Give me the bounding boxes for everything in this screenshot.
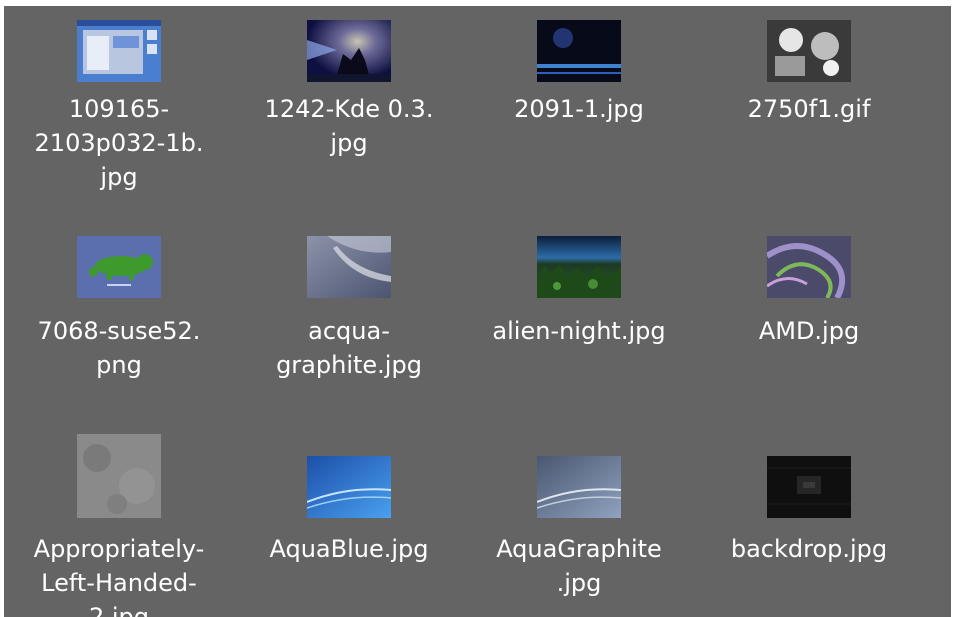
file-item[interactable]: Appropriately- Left-Handed- 2.jpg: [4, 426, 234, 617]
file-item[interactable]: AquaGraphite .jpg: [464, 426, 694, 617]
file-name: 2091-1.jpg: [514, 95, 644, 123]
image-thumbnail[interactable]: [537, 20, 621, 82]
file-name: AMD.jpg: [758, 317, 860, 345]
file-name: Appropriately- Left-Handed- 2.jpg: [33, 535, 205, 617]
file-item[interactable]: 109165- 2103p032-1b. jpg: [4, 6, 234, 216]
file-name: 7068-suse52. png: [37, 317, 201, 379]
image-thumbnail[interactable]: [77, 434, 161, 518]
image-thumbnail[interactable]: [767, 236, 851, 298]
file-item[interactable]: AquaBlue.jpg: [234, 426, 464, 617]
file-item[interactable]: backdrop.jpg: [694, 426, 924, 617]
file-item[interactable]: 1242-Kde 0.3. jpg: [234, 6, 464, 216]
file-name: 1242-Kde 0.3. jpg: [264, 95, 434, 157]
image-thumbnail[interactable]: [307, 20, 391, 82]
file-name: AquaBlue.jpg: [269, 535, 429, 563]
window-edge: [951, 6, 955, 617]
file-item[interactable]: AMD.jpg: [694, 216, 924, 426]
file-name: 109165- 2103p032-1b. jpg: [34, 95, 204, 191]
image-thumbnail[interactable]: [307, 236, 391, 298]
image-thumbnail[interactable]: [307, 456, 391, 518]
image-thumbnail[interactable]: [767, 20, 851, 82]
file-name: alien-night.jpg: [492, 317, 666, 345]
image-thumbnail[interactable]: [537, 456, 621, 518]
file-item[interactable]: 2750f1.gif: [694, 6, 924, 216]
image-thumbnail[interactable]: [767, 456, 851, 518]
file-name: 2750f1.gif: [747, 95, 871, 123]
image-thumbnail[interactable]: [77, 20, 161, 82]
image-thumbnail[interactable]: [537, 236, 621, 298]
file-name: backdrop.jpg: [730, 535, 888, 563]
file-item[interactable]: acqua- graphite.jpg: [234, 216, 464, 426]
file-item[interactable]: 2091-1.jpg: [464, 6, 694, 216]
file-icon-view[interactable]: 109165- 2103p032-1b. jpg 1242-Kde 0.3. j…: [4, 6, 955, 617]
image-thumbnail[interactable]: [77, 236, 161, 298]
file-name: acqua- graphite.jpg: [276, 317, 422, 379]
file-name: AquaGraphite .jpg: [496, 535, 662, 597]
file-item[interactable]: alien-night.jpg: [464, 216, 694, 426]
file-item[interactable]: 7068-suse52. png: [4, 216, 234, 426]
